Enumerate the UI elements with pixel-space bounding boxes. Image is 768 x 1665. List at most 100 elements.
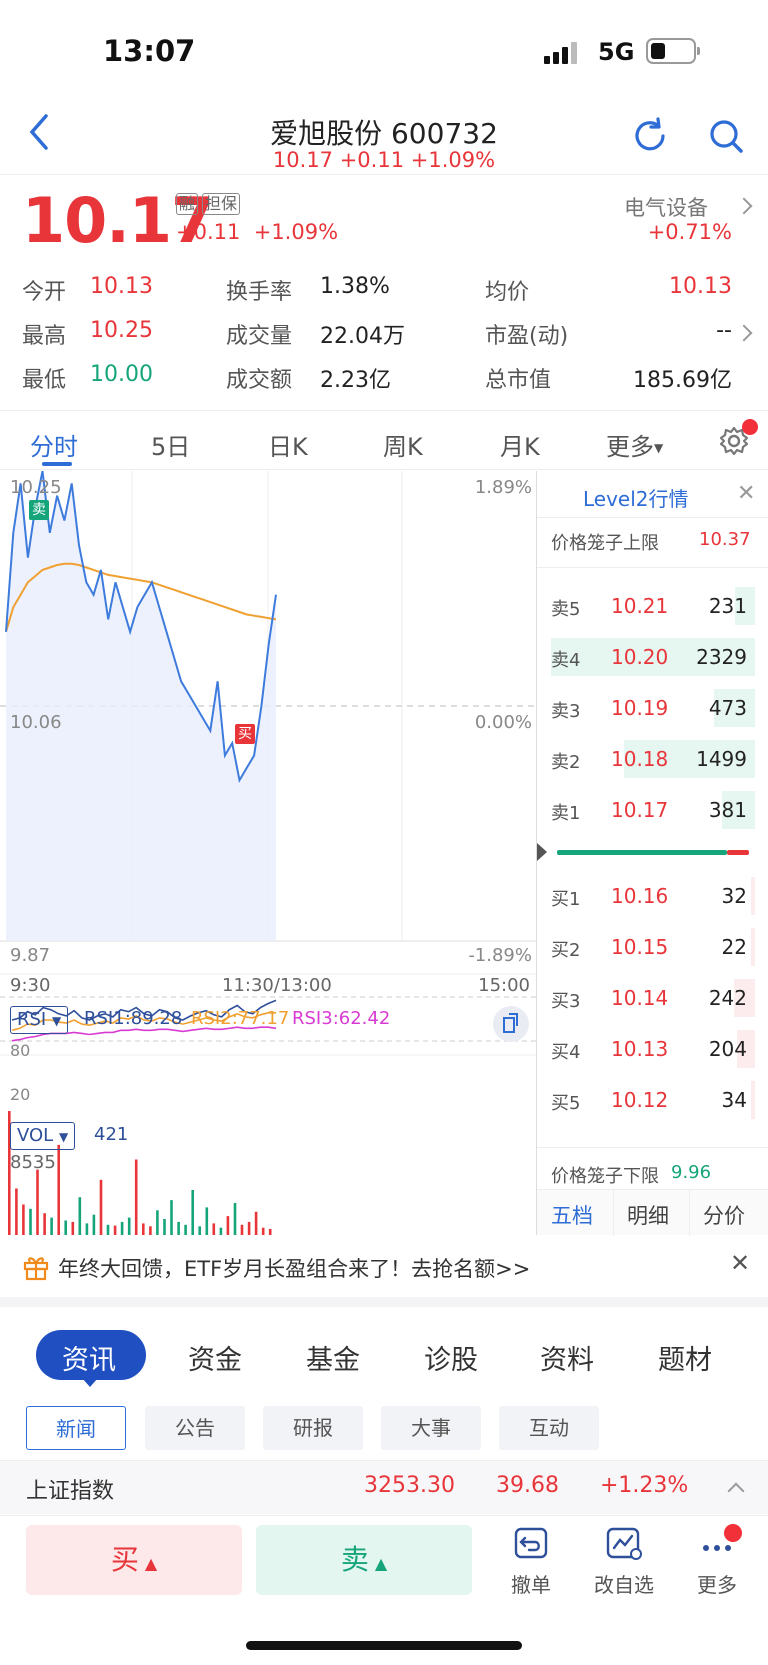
category-fund[interactable]: 基金 xyxy=(306,1338,360,1377)
volume-bar xyxy=(261,1227,265,1235)
bid-row[interactable]: 买4 10.13 204 xyxy=(537,1024,768,1074)
buy-button[interactable]: 买 ▲ xyxy=(26,1525,242,1595)
ask-label: 卖3 xyxy=(551,701,581,722)
battery-icon xyxy=(646,38,700,64)
y-axis-bottom: 9.87 xyxy=(10,945,51,966)
bid-volume: 22 xyxy=(721,935,747,959)
rotate-chart-button[interactable] xyxy=(493,1006,529,1042)
time-start: 9:30 xyxy=(10,975,51,996)
tab-monthly-k[interactable]: 月K xyxy=(500,427,540,462)
subtab-announcements[interactable]: 公告 xyxy=(145,1406,245,1450)
index-value: 3253.30 xyxy=(364,1473,455,1498)
undo-icon xyxy=(514,1527,548,1559)
intraday-chart-area[interactable]: 10.25 10.06 9.87 1.89% 0.00% -1.89% 9:30… xyxy=(0,471,536,1235)
tab-more[interactable]: 更多▼ xyxy=(606,427,663,462)
change-value: +0.11 xyxy=(176,220,241,244)
bid-row[interactable]: 买2 10.15 22 xyxy=(537,922,768,972)
signal-icon xyxy=(544,42,584,64)
tab-intraday[interactable]: 分时 xyxy=(30,427,78,462)
ask-price: 10.17 xyxy=(611,798,669,822)
close-icon[interactable]: ✕ xyxy=(730,1249,750,1277)
volume-bar xyxy=(247,1221,251,1235)
tab-detail[interactable]: 明细 xyxy=(627,1200,669,1230)
subtab-events[interactable]: 大事 xyxy=(381,1406,481,1450)
edit-watchlist-button[interactable]: 改自选 xyxy=(589,1526,659,1598)
stat-label: 成交额 xyxy=(226,368,293,393)
time-end: 15:00 xyxy=(478,975,530,996)
category-diagnosis[interactable]: 诊股 xyxy=(424,1338,478,1377)
more-button[interactable]: 更多 xyxy=(682,1526,752,1598)
stat-value: 185.69亿 xyxy=(633,368,732,393)
cancel-order-label: 撤单 xyxy=(511,1573,551,1597)
more-label: 更多 xyxy=(697,1573,737,1597)
stat-value: 10.25 xyxy=(90,318,153,343)
subtab-research[interactable]: 研报 xyxy=(263,1406,363,1450)
volume-bar xyxy=(212,1223,216,1235)
price-change: +0.11 +1.09% xyxy=(176,220,338,244)
intraday-chart[interactable] xyxy=(0,471,536,1235)
bid-price: 10.16 xyxy=(611,884,669,908)
volume-bar xyxy=(142,1223,145,1235)
status-bar: 13:07 5G xyxy=(0,0,768,100)
banner-text[interactable]: 年终大回馈，ETF岁月长盈组合来了！去抢名额>> xyxy=(58,1253,530,1283)
rsi3-value: RSI3:62.42 xyxy=(292,1008,391,1029)
ask-label: 卖1 xyxy=(551,803,581,824)
subtab-interaction[interactable]: 互动 xyxy=(499,1406,599,1450)
network-type: 5G xyxy=(598,38,635,66)
ask-row[interactable]: 卖4 10.20 2329 xyxy=(537,632,768,682)
level2-title[interactable]: Level2行情 xyxy=(583,483,689,512)
refresh-icon[interactable] xyxy=(630,116,670,156)
tab-price-dist[interactable]: 分价 xyxy=(703,1200,745,1230)
index-strip[interactable]: 上证指数 3253.30 39.68 +1.23% xyxy=(0,1460,768,1514)
promo-banner[interactable]: 年终大回馈，ETF岁月长盈组合来了！去抢名额>> ✕ xyxy=(0,1237,768,1297)
stat-label: 成交量 xyxy=(226,324,293,349)
close-icon[interactable]: ✕ xyxy=(737,481,755,506)
category-funds-flow[interactable]: 资金 xyxy=(188,1338,242,1377)
ask-price: 10.18 xyxy=(611,747,669,771)
ask-row[interactable]: 卖5 10.21 231 xyxy=(537,581,768,631)
volume-bar xyxy=(254,1211,258,1235)
rsi-selector[interactable]: RSI ▼ xyxy=(10,1006,69,1034)
buy-marker: 买 xyxy=(235,724,255,744)
subtab-news[interactable]: 新闻 xyxy=(26,1406,126,1450)
tab-five-levels[interactable]: 五档 xyxy=(551,1200,593,1230)
sell-button[interactable]: 卖 ▲ xyxy=(256,1525,472,1595)
stat-label: 最低 xyxy=(22,368,67,393)
volume-bar xyxy=(99,1179,103,1235)
tab-active-indicator xyxy=(42,462,72,466)
stat-label: 均价 xyxy=(485,280,530,305)
stat-label: 换手率 xyxy=(226,280,293,305)
tab-weekly-k[interactable]: 周K xyxy=(383,427,423,462)
sector-change: +0.71% xyxy=(647,220,732,244)
chevron-right-icon[interactable] xyxy=(735,324,753,342)
bid-volume-bar xyxy=(751,928,755,966)
bid-volume-bar xyxy=(751,877,755,915)
stat-value: 2.23亿 xyxy=(320,368,391,393)
volume-bar xyxy=(22,1204,25,1235)
bid-row[interactable]: 买3 10.14 242 xyxy=(537,973,768,1023)
index-pct: +1.23% xyxy=(600,1473,689,1498)
volume-bar xyxy=(149,1226,152,1235)
tab-daily-k[interactable]: 日K xyxy=(268,427,308,462)
ask-row[interactable]: 卖3 10.19 473 xyxy=(537,683,768,733)
category-profile[interactable]: 资料 xyxy=(540,1338,594,1377)
category-theme[interactable]: 题材 xyxy=(658,1338,712,1377)
ask-row[interactable]: 卖1 10.17 381 xyxy=(537,785,768,835)
bid-volume: 34 xyxy=(721,1088,747,1112)
volume-bar xyxy=(219,1227,223,1235)
volume-bar xyxy=(50,1217,53,1235)
vol-selector[interactable]: VOL ▼ xyxy=(10,1122,76,1150)
category-news[interactable]: 资讯 xyxy=(62,1338,116,1377)
stat-value: 22.04万 xyxy=(320,324,405,349)
search-icon[interactable] xyxy=(706,116,746,156)
volume-bar xyxy=(191,1190,194,1235)
tab-5day[interactable]: 5日 xyxy=(151,427,190,462)
chevron-up-icon[interactable] xyxy=(727,1482,745,1500)
ask-row[interactable]: 卖2 10.18 1499 xyxy=(537,734,768,784)
bid-row[interactable]: 买5 10.12 34 xyxy=(537,1075,768,1125)
bid-row[interactable]: 买1 10.16 32 xyxy=(537,871,768,921)
cancel-order-button[interactable]: 撤单 xyxy=(496,1526,566,1598)
volume-bar xyxy=(198,1226,201,1235)
stat-label: 市盈(动) xyxy=(485,324,569,349)
sector-name[interactable]: 电气设备 xyxy=(624,192,708,222)
